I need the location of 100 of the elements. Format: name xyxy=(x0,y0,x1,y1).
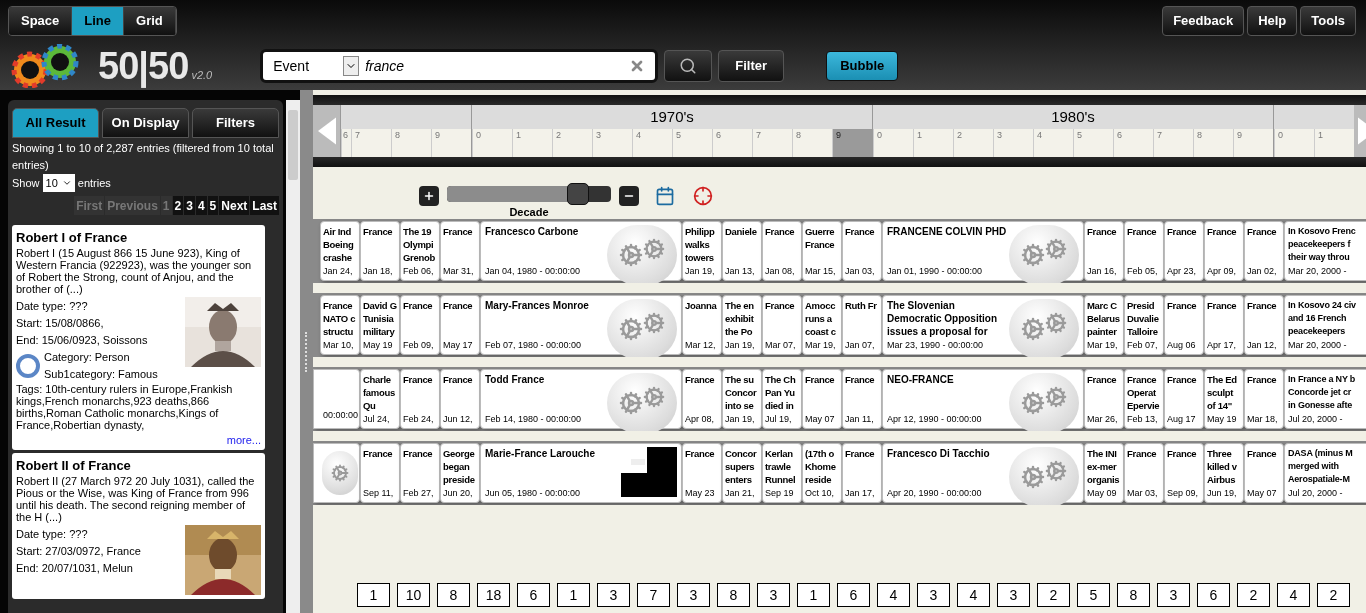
year-tick[interactable]: 3 xyxy=(993,129,1033,157)
event-card[interactable]: France Sep 11, xyxy=(360,443,400,503)
event-card[interactable]: Daniele Jan 13, xyxy=(722,221,762,281)
year-tick[interactable]: 6 xyxy=(712,129,752,157)
header-button[interactable]: Feedback xyxy=(1162,6,1245,36)
event-card[interactable]: France Jan 08, xyxy=(762,221,802,281)
event-card[interactable]: The en exhibit the Po Jan 19, xyxy=(722,295,762,355)
event-card[interactable]: France Mar 18, xyxy=(1244,369,1284,429)
year-tick[interactable]: 8 xyxy=(391,129,431,157)
year-tick[interactable]: 6 xyxy=(341,129,351,157)
year-tick[interactable]: 4 xyxy=(1033,129,1073,157)
event-card[interactable]: 00:00:00 xyxy=(313,369,360,429)
dropdown-icon[interactable] xyxy=(343,56,360,76)
page-size-select[interactable]: 10 xyxy=(42,174,75,192)
year-tick[interactable]: 9 xyxy=(1233,129,1273,157)
year-tick[interactable]: 6 xyxy=(1113,129,1153,157)
year-tick[interactable]: 2 xyxy=(552,129,592,157)
event-card[interactable]: (17th o Khome reside Oct 10, xyxy=(802,443,842,503)
year-tick[interactable]: 8 xyxy=(1193,129,1233,157)
event-card[interactable]: In Kosovo 24 civ and 16 French peacekeepers Mar 20, 2000 - xyxy=(1284,295,1366,355)
search-button[interactable] xyxy=(664,50,713,82)
filter-button[interactable]: Filter xyxy=(718,50,785,82)
event-card[interactable]: The Slovenian Democratic Opposition issues a proposal for Mar 23, 1990 - 00:00:00 xyxy=(882,295,1084,355)
bubble-button[interactable]: Bubble xyxy=(826,51,899,81)
pagination-button[interactable]: 5 xyxy=(207,196,219,215)
zoom-out-button[interactable] xyxy=(619,186,639,206)
pagination-button[interactable]: Last xyxy=(250,196,279,215)
event-card[interactable]: France Mar 07, xyxy=(762,295,802,355)
result-title[interactable]: Robert I of France xyxy=(16,229,261,247)
event-card[interactable]: France Mar 26, xyxy=(1084,369,1124,429)
pagination-button[interactable]: 4 xyxy=(195,196,207,215)
event-card[interactable]: France Apr 09, xyxy=(1204,221,1244,281)
event-card[interactable]: France Operat Epervie Feb 13, xyxy=(1124,369,1164,429)
event-card[interactable]: Mary-Frances Monroe Feb 07, 1980 - 00:00:00 xyxy=(480,295,682,355)
year-tick[interactable]: 0 xyxy=(1274,129,1314,157)
event-card[interactable]: Guerre France Mar 15, xyxy=(802,221,842,281)
year-tick[interactable]: 5 xyxy=(1073,129,1113,157)
event-card[interactable]: France Feb 05, xyxy=(1124,221,1164,281)
year-tick[interactable]: 9 xyxy=(832,129,872,157)
event-card[interactable]: Francesco Di Tacchio Apr 20, 1990 - 00:00:00 xyxy=(882,443,1084,503)
year-tick[interactable]: 5 xyxy=(672,129,712,157)
event-card[interactable]: France May 17 xyxy=(440,295,480,355)
event-card[interactable]: The INI ex-mer organis May 09 xyxy=(1084,443,1124,503)
event-card[interactable] xyxy=(313,443,360,503)
event-card[interactable]: France Jan 02, xyxy=(1244,221,1284,281)
header-button[interactable]: Tools xyxy=(1300,6,1356,36)
event-card[interactable]: The su Concor into se Jan 19, xyxy=(722,369,762,429)
calendar-icon[interactable] xyxy=(655,186,675,206)
event-card[interactable]: Todd France Feb 14, 1980 - 00:00:00 xyxy=(480,369,682,429)
zoom-slider[interactable] xyxy=(447,185,611,202)
view-mode-tab[interactable]: Grid xyxy=(124,7,176,35)
result-title[interactable]: Robert II of France xyxy=(16,457,261,475)
event-card[interactable]: Air Ind Boeing crashe Jan 24, xyxy=(320,221,360,281)
event-card[interactable]: Kerlan trawle Runnel Sep 19 xyxy=(762,443,802,503)
year-tick[interactable]: 0 xyxy=(472,129,512,157)
event-card[interactable]: The Ed sculpt of 14" May 19 xyxy=(1204,369,1244,429)
dropdown-icon[interactable] xyxy=(61,178,72,188)
pagination-button[interactable]: 3 xyxy=(184,196,195,215)
event-card[interactable]: France Jan 12, xyxy=(1244,295,1284,355)
year-tick[interactable]: 7 xyxy=(351,129,391,157)
event-card[interactable]: France Mar 03, xyxy=(1124,443,1164,503)
search-type-select[interactable]: Event xyxy=(273,55,338,77)
event-card[interactable]: France Mar 31, xyxy=(440,221,480,281)
results-tab[interactable]: Filters xyxy=(192,108,279,138)
event-card[interactable]: George began preside Jun 20, xyxy=(440,443,480,503)
results-tab[interactable]: All Result xyxy=(12,108,99,138)
year-tick[interactable]: 3 xyxy=(592,129,632,157)
event-card[interactable]: Concor supers enters Jan 21, xyxy=(722,443,762,503)
crosshair-icon[interactable] xyxy=(693,186,713,206)
event-card[interactable]: France Apr 17, xyxy=(1204,295,1244,355)
event-card[interactable]: Ruth Fr Jan 07, xyxy=(842,295,882,355)
event-card[interactable]: In Kosovo Frenc peacekeepers f their way throu Mar 20, 2000 - xyxy=(1284,221,1366,281)
event-card[interactable]: France NATO c structu Mar 10, xyxy=(320,295,360,355)
results-tab[interactable]: On Display xyxy=(102,108,189,138)
event-card[interactable]: David G Tunisia military May 19 xyxy=(360,295,400,355)
search-field[interactable]: Event france xyxy=(260,49,659,83)
view-mode-tab[interactable]: Line xyxy=(72,7,125,35)
year-tick[interactable]: 0 xyxy=(873,129,913,157)
year-tick[interactable]: 7 xyxy=(752,129,792,157)
header-button[interactable]: Help xyxy=(1247,6,1298,36)
event-card[interactable]: France May 07 xyxy=(1244,443,1284,503)
event-card[interactable]: France Jun 12, xyxy=(440,369,480,429)
event-card[interactable]: DASA (minus M merged with Aerospatiale-M Jul 20, 2000 - xyxy=(1284,443,1366,503)
event-card[interactable]: Joanna Mar 12, xyxy=(682,295,722,355)
event-card[interactable]: France May 23 xyxy=(682,443,722,503)
left-arrow-icon[interactable] xyxy=(317,117,336,145)
event-card[interactable]: France Apr 23, xyxy=(1164,221,1204,281)
event-card[interactable]: France Jan 03, xyxy=(842,221,882,281)
year-tick[interactable]: 1 xyxy=(512,129,552,157)
event-card[interactable]: France Jan 18, xyxy=(360,221,400,281)
event-card[interactable]: Philipp walks towers Jan 19, xyxy=(682,221,722,281)
decade-header[interactable]: 1980's xyxy=(873,105,1273,129)
scrollbar[interactable] xyxy=(286,100,300,613)
event-card[interactable]: Presid Duvalie Talloire Feb 07, xyxy=(1124,295,1164,355)
event-card[interactable]: Marie-France Larouche Jun 05, 1980 - 00:00:00 xyxy=(480,443,682,503)
event-card[interactable]: France Sep 09, xyxy=(1164,443,1204,503)
event-card[interactable]: The 19 Olympi Grenob Feb 06, xyxy=(400,221,440,281)
year-tick[interactable]: 1 xyxy=(913,129,953,157)
event-card[interactable]: France Aug 06 xyxy=(1164,295,1204,355)
event-card[interactable]: France Jan 16, xyxy=(1084,221,1124,281)
